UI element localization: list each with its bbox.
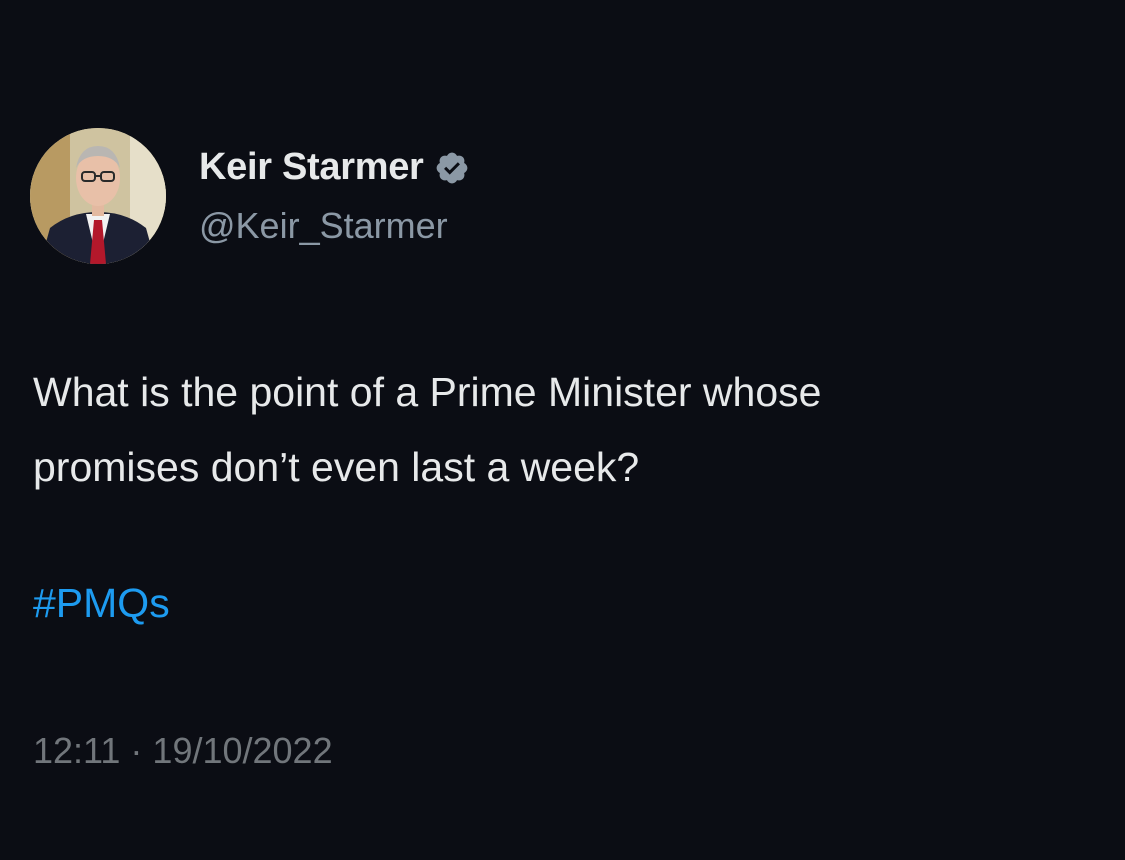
tweet-timestamp[interactable]: 12:11 · 19/10/2022 (33, 730, 333, 772)
author-name-row: Keir Starmer (199, 146, 470, 189)
avatar[interactable] (30, 128, 166, 264)
timestamp-separator: · (130, 730, 143, 771)
tweet-text: What is the point of a Prime Minister wh… (33, 369, 822, 490)
tweet-date: 19/10/2022 (152, 730, 333, 771)
tweet-card: Keir Starmer @Keir_Starmer What is the p… (0, 0, 1125, 860)
tweet-time: 12:11 (33, 730, 121, 771)
verified-badge-icon[interactable] (434, 150, 470, 186)
author-display-name[interactable]: Keir Starmer (199, 146, 424, 189)
author-handle[interactable]: @Keir_Starmer (199, 205, 448, 247)
hashtag-link[interactable]: #PMQs (33, 580, 170, 627)
avatar-image (30, 128, 166, 264)
